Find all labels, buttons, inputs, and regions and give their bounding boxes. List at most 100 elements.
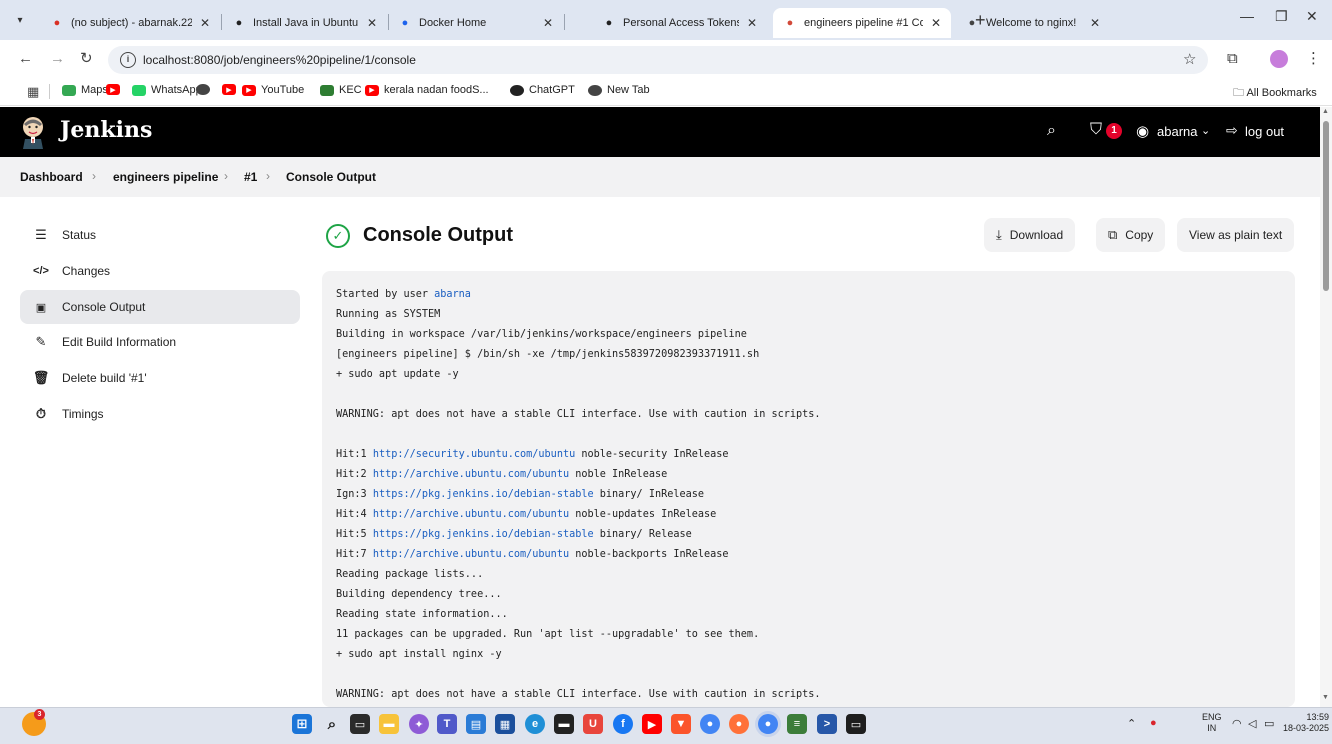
ms-store-icon[interactable]: ▤: [466, 714, 486, 734]
calendar-icon[interactable]: ▦: [495, 714, 515, 734]
breadcrumb-current[interactable]: Console Output: [286, 170, 376, 184]
browser-tab[interactable]: ● Personal Access Tokens (Cl ✕: [592, 8, 767, 38]
copilot-icon[interactable]: ✦: [409, 714, 429, 734]
browser-menu-icon[interactable]: ⋮: [1306, 49, 1321, 67]
search-icon[interactable]: ⌕: [1047, 122, 1056, 140]
bookmark-item[interactable]: New Tab: [588, 84, 650, 96]
back-icon[interactable]: ←: [18, 50, 33, 67]
bookmark-item[interactable]: WhatsApp: [132, 84, 202, 96]
bookmark-item[interactable]: ▶ kerala nadan foodS...: [365, 84, 489, 96]
file-explorer-icon[interactable]: ▬: [379, 714, 399, 734]
download-button[interactable]: ⤓ Download: [984, 218, 1076, 252]
reload-icon[interactable]: ↻: [80, 49, 93, 67]
close-tab-icon[interactable]: ✕: [931, 16, 941, 30]
console-link[interactable]: abarna: [434, 289, 471, 300]
console-link[interactable]: https://pkg.jenkins.io/debian-stable: [373, 489, 594, 500]
all-bookmarks-button[interactable]: 🗀 All Bookmarks: [1233, 84, 1317, 103]
sidebar-item-status[interactable]: ☰ Status: [20, 218, 300, 252]
site-info-icon[interactable]: i: [120, 52, 136, 68]
search-icon[interactable]: ⌕: [322, 714, 342, 734]
sidebar-item-timings[interactable]: ⏱ Timings: [20, 397, 300, 431]
bookmark-item[interactable]: ChatGPT: [510, 84, 575, 96]
tray-overflow-icon[interactable]: ⌃: [1127, 717, 1136, 730]
edge-icon[interactable]: e: [525, 714, 545, 734]
breadcrumb-job[interactable]: engineers pipeline: [113, 170, 218, 184]
volume-icon[interactable]: ◁: [1248, 717, 1256, 730]
alert-count-badge[interactable]: 1: [1106, 123, 1122, 139]
tab-search-chevron-icon[interactable]: ▾: [10, 10, 30, 30]
profile-avatar[interactable]: [1270, 50, 1288, 68]
breadcrumb-dashboard[interactable]: Dashboard: [20, 170, 83, 184]
start-icon[interactable]: ⊞: [292, 714, 312, 734]
scroll-down-arrow-icon[interactable]: ▼: [1322, 694, 1329, 701]
bookmark-item[interactable]: ▶: [222, 84, 241, 95]
sidebar-item-edit-build-information[interactable]: ✎ Edit Build Information: [20, 325, 300, 359]
bookmark-item[interactable]: [196, 84, 215, 95]
console-link[interactable]: http://archive.ubuntu.com/ubuntu: [373, 469, 569, 480]
close-tab-icon[interactable]: ✕: [747, 16, 757, 30]
logout-icon[interactable]: ⇨: [1226, 122, 1238, 139]
jenkins-title[interactable]: Jenkins: [60, 117, 152, 143]
bookmark-item[interactable]: ▶ YouTube: [242, 84, 304, 96]
sidebar-item-delete-build[interactable]: 🗑 Delete build '#1': [20, 361, 300, 395]
facebook-icon[interactable]: f: [613, 714, 633, 734]
browser-tab[interactable]: ● Install Java in Ubuntu ✕: [222, 8, 387, 38]
console-link[interactable]: http://archive.ubuntu.com/ubuntu: [373, 509, 569, 520]
restore-icon[interactable]: ❐: [1275, 8, 1288, 25]
powershell-icon[interactable]: >: [817, 714, 837, 734]
terminal-app-icon[interactable]: ▬: [554, 714, 574, 734]
notepad-icon[interactable]: ≡: [787, 714, 807, 734]
scrollbar-thumb[interactable]: [1323, 121, 1329, 291]
system-clock[interactable]: 13:59 18-03-2025: [1283, 712, 1329, 734]
youtube-icon[interactable]: ▶: [642, 714, 662, 734]
logout-link[interactable]: log out: [1245, 124, 1284, 139]
chrome-canary-icon[interactable]: ●: [700, 714, 720, 734]
close-window-icon[interactable]: ✕: [1306, 8, 1318, 25]
console-link[interactable]: https://pkg.jenkins.io/debian-stable: [373, 529, 594, 540]
close-tab-icon[interactable]: ✕: [1090, 16, 1100, 30]
browser-tab[interactable]: ● engineers pipeline #1 Con ✕: [773, 8, 951, 38]
bookmark-star-icon[interactable]: ☆: [1183, 50, 1196, 68]
extensions-icon[interactable]: ⧉: [1227, 50, 1238, 67]
view-plain-text-button[interactable]: View as plain text: [1177, 218, 1295, 252]
copy-button[interactable]: ⧉ Copy: [1096, 218, 1166, 252]
console-output-panel[interactable]: Started by user abarna Running as SYSTEM B…: [322, 271, 1295, 707]
console-line: [engineers pipeline] $ /bin/sh -xe /tmp/…: [336, 345, 821, 365]
new-tab-button[interactable]: +: [975, 10, 986, 31]
security-shield-icon[interactable]: ⛉: [1090, 121, 1102, 139]
chrome-icon[interactable]: ●: [758, 714, 778, 734]
url-text[interactable]: localhost:8080/job/engineers%20pipeline/…: [143, 53, 416, 67]
sidebar-item-console-output[interactable]: ▣ Console Output: [20, 290, 300, 324]
bookmark-item[interactable]: Maps: [62, 84, 108, 96]
mcafee-icon[interactable]: U: [583, 714, 603, 734]
console-link[interactable]: http://security.ubuntu.com/ubuntu: [373, 449, 575, 460]
forward-icon[interactable]: →: [50, 50, 65, 67]
wifi-icon[interactable]: ◠: [1232, 717, 1242, 730]
brave-icon[interactable]: ▼: [671, 714, 691, 734]
task-view-icon[interactable]: ▭: [350, 714, 370, 734]
console-link[interactable]: http://archive.ubuntu.com/ubuntu: [373, 549, 569, 560]
user-icon[interactable]: ◉: [1136, 122, 1149, 140]
bookmark-item[interactable]: KEC: [320, 84, 362, 96]
browser-tab[interactable]: ● Docker Home ✕: [388, 8, 563, 38]
teams-icon[interactable]: T: [437, 714, 457, 734]
close-tab-icon[interactable]: ✕: [367, 16, 377, 30]
jenkins-logo-icon[interactable]: [19, 115, 47, 149]
minimize-icon[interactable]: —: [1240, 8, 1254, 24]
apps-grid-icon[interactable]: ▦: [27, 84, 39, 100]
bookmark-item[interactable]: ▶: [106, 84, 125, 95]
scroll-up-arrow-icon[interactable]: ▲: [1322, 108, 1329, 115]
close-tab-icon[interactable]: ✕: [543, 16, 553, 30]
input-language[interactable]: ENG IN: [1202, 712, 1222, 734]
battery-icon[interactable]: ▭: [1264, 717, 1274, 730]
firefox-icon[interactable]: ●: [729, 714, 749, 734]
tray-app-icon[interactable]: ●: [1150, 717, 1157, 729]
breadcrumb-build[interactable]: #1: [244, 170, 257, 184]
chevron-down-icon[interactable]: ⌄: [1201, 124, 1210, 137]
user-name[interactable]: abarna: [1157, 124, 1197, 139]
browser-tab[interactable]: ● (no subject) - abarnak.22it ✕: [40, 8, 220, 38]
command-prompt-icon[interactable]: ▭: [846, 714, 866, 734]
page-scrollbar[interactable]: [1320, 107, 1332, 707]
sidebar-item-changes[interactable]: </> Changes: [20, 254, 300, 288]
close-tab-icon[interactable]: ✕: [200, 16, 210, 30]
